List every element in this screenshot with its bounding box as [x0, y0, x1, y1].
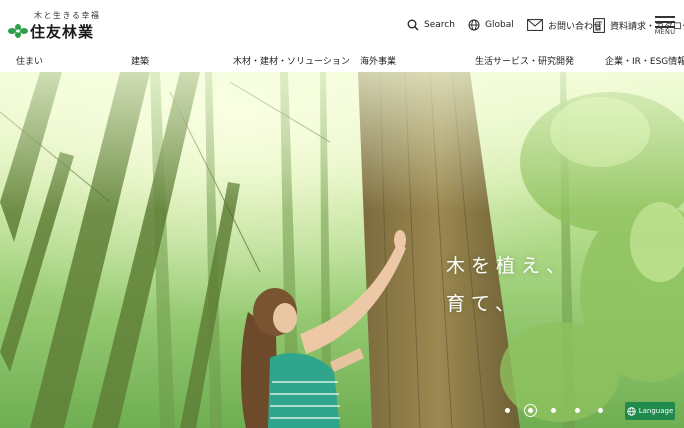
search-icon	[407, 19, 419, 31]
catch-line-1: 木を植え、	[446, 255, 572, 277]
language-label: Language	[638, 407, 674, 415]
catch-line-2: 育て、	[446, 293, 521, 315]
hero-slider: 木を植え、 育て、 Language	[0, 72, 684, 428]
nav-item-timber-solutions[interactable]: 木材・建材・ソリューション	[233, 54, 350, 67]
global-nav: 住まい 建築 木材・建材・ソリューション 海外事業 生活サービス・研究開発 企業…	[0, 52, 684, 72]
slider-dot[interactable]	[598, 408, 603, 413]
logo-tagline: 木と生きる幸福	[34, 11, 101, 20]
slider-dot-active[interactable]	[524, 404, 537, 417]
nav-item-construction[interactable]: 建築	[131, 54, 149, 67]
language-button[interactable]: Language	[625, 402, 675, 420]
hero-catchphrase: 木を植え、 育て、	[446, 247, 571, 323]
search-label: Search	[424, 20, 455, 30]
hamburger-icon	[655, 16, 675, 18]
mail-icon	[527, 19, 543, 31]
global-label: Global	[485, 20, 514, 30]
nav-item-corporate-ir-esg[interactable]: 企業・IR・ESG情報	[605, 54, 684, 67]
slider-pagination	[500, 404, 610, 418]
contact-link[interactable]: お問い合わせ	[527, 16, 602, 34]
menu-label: MENU	[654, 28, 676, 36]
slider-dot[interactable]	[505, 408, 510, 413]
globe-icon	[627, 406, 636, 416]
slider-dot[interactable]	[575, 408, 580, 413]
document-icon	[593, 17, 605, 33]
slider-dot[interactable]	[551, 408, 556, 413]
nav-item-lifestyle-rd[interactable]: 生活サービス・研究開発	[475, 54, 574, 67]
nav-item-housing[interactable]: 住まい	[16, 54, 43, 67]
search-link[interactable]: Search	[407, 16, 455, 34]
hamburger-line	[655, 21, 675, 23]
menu-button[interactable]: MENU	[652, 14, 678, 40]
hero-forest-image	[0, 72, 684, 428]
global-link[interactable]: Global	[468, 16, 514, 34]
logo-wordmark: 住友林業	[30, 23, 95, 41]
company-logo[interactable]: 木と生きる幸福 住友林業	[8, 10, 108, 42]
leaf-logo-icon	[8, 24, 28, 38]
site-header: 木と生きる幸福 住友林業 Search Global お問い合わせ 資料請求・カ…	[0, 0, 684, 52]
globe-icon	[468, 19, 480, 31]
nav-item-overseas[interactable]: 海外事業	[360, 54, 396, 67]
